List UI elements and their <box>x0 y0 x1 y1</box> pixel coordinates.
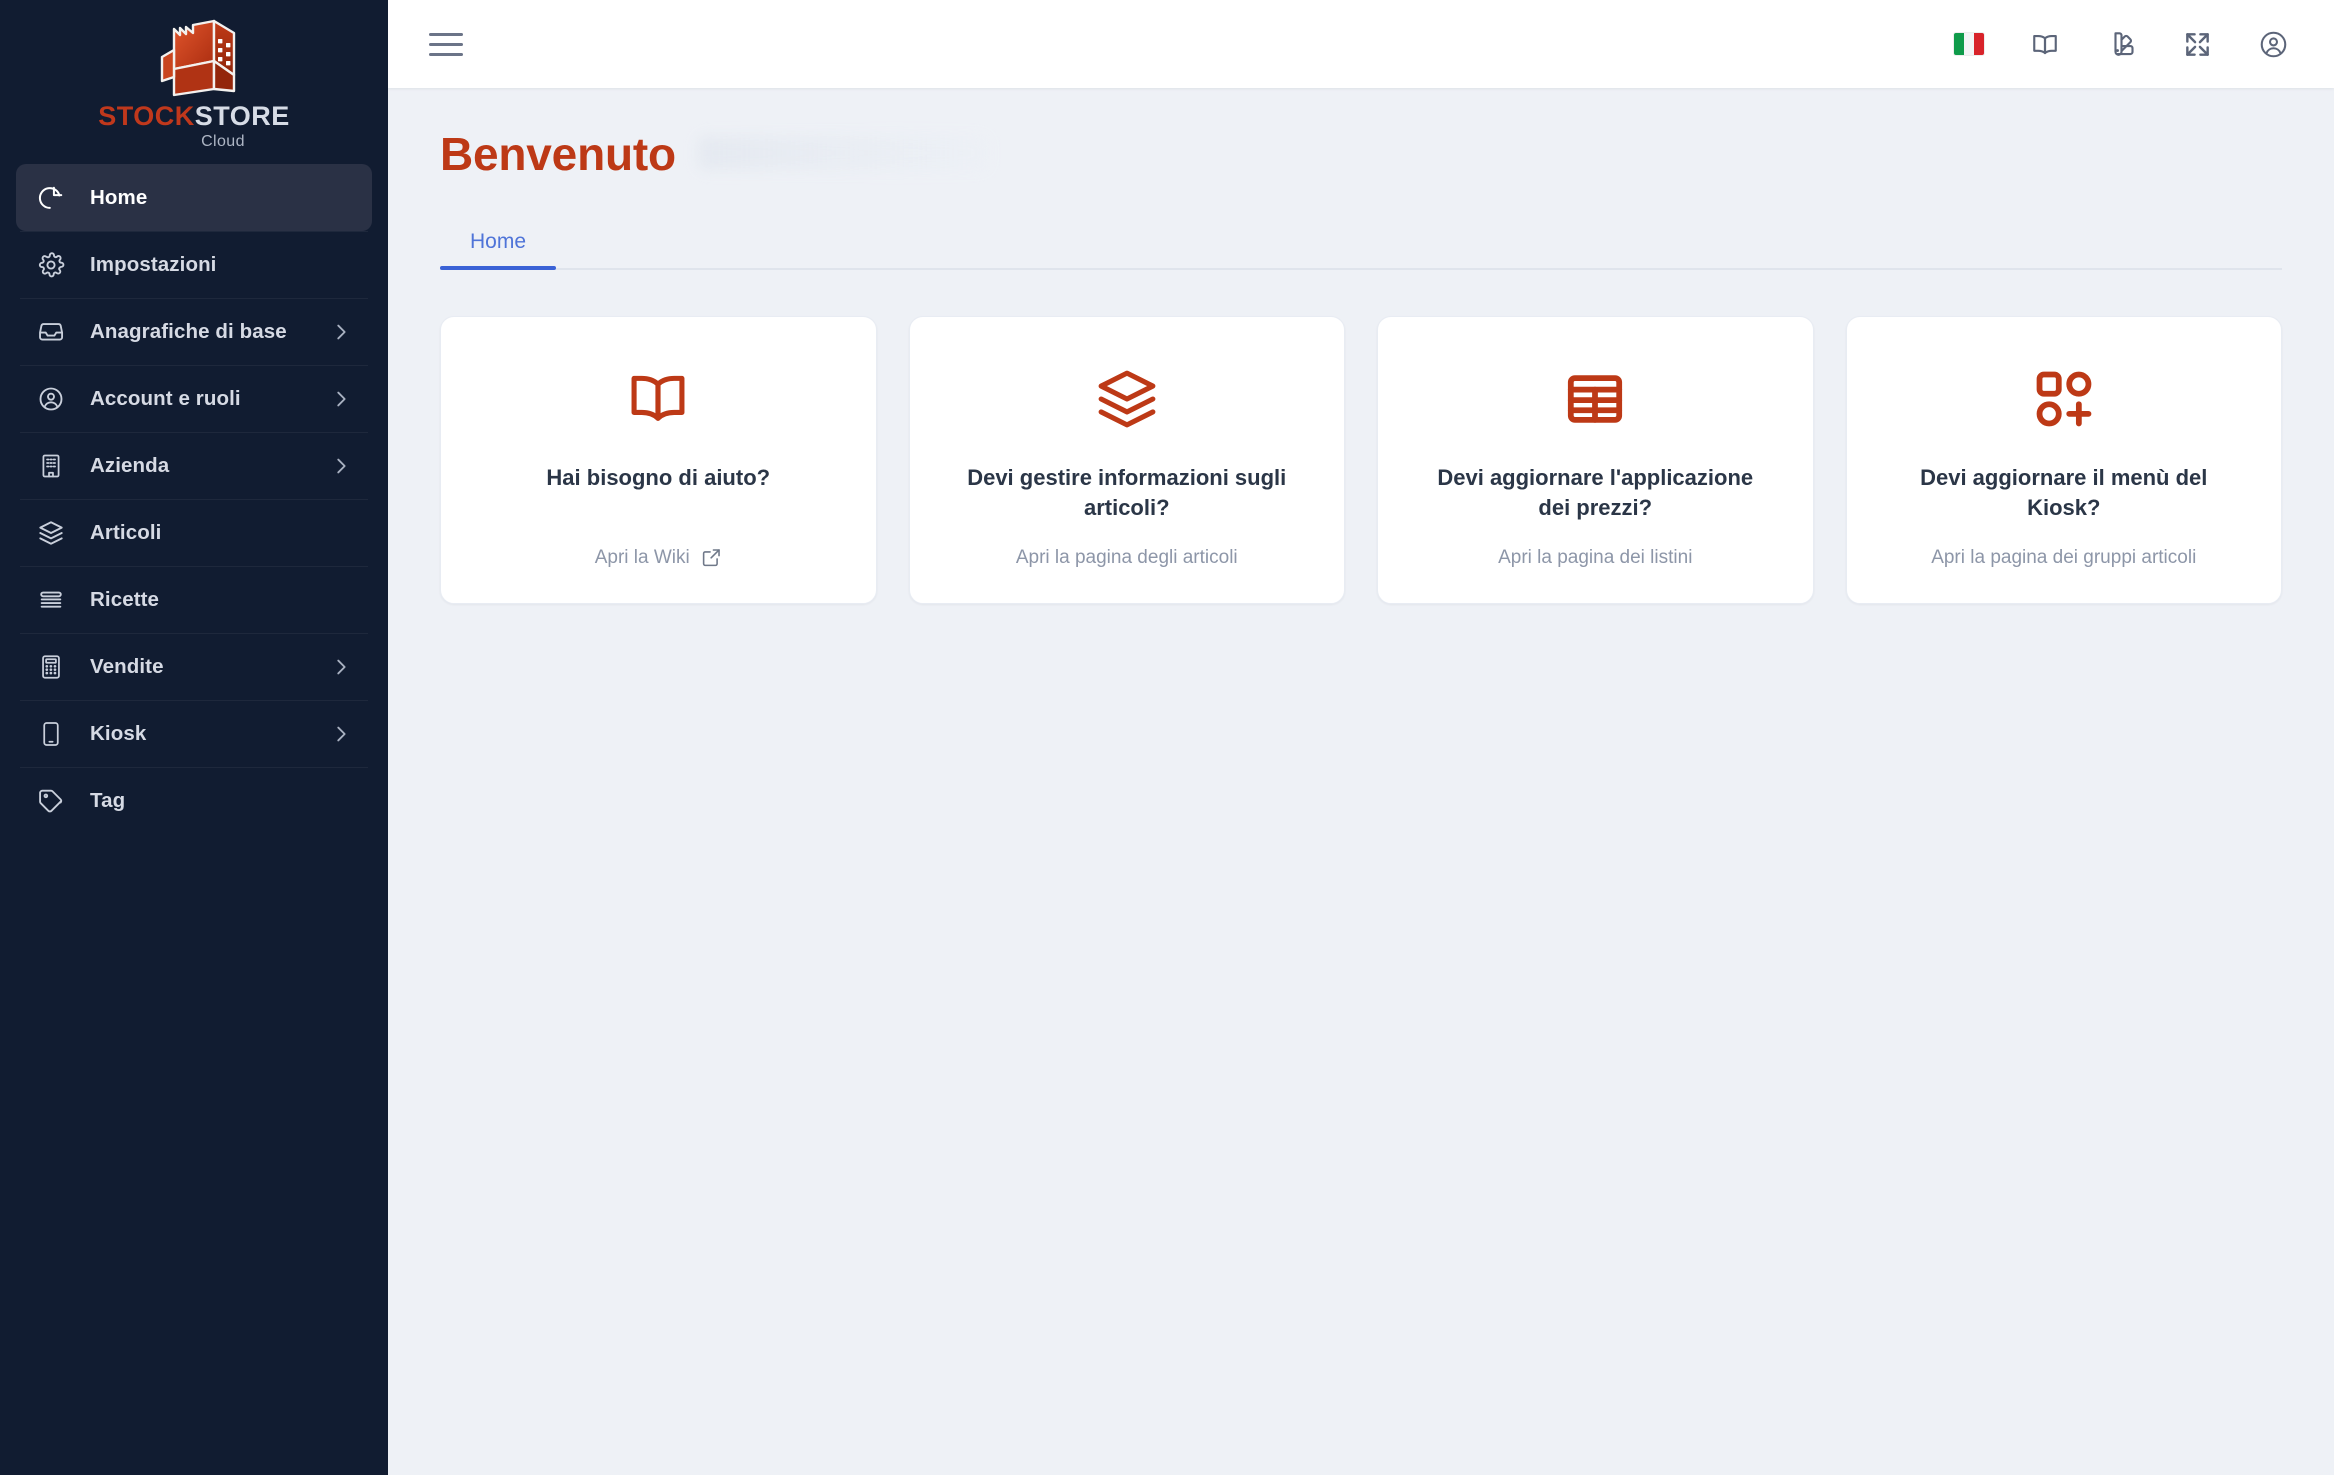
sidebar-item-label: Kiosk <box>90 721 147 745</box>
page-title-text: Benvenuto <box>440 128 676 180</box>
sidebar-item-anagrafiche-di-base[interactable]: Anagrafiche di base <box>16 298 372 365</box>
calculator-icon <box>34 650 68 684</box>
sidebar-item-label: Tag <box>90 788 126 812</box>
sidebar-item-label: Home <box>90 185 148 209</box>
sidebar-item-label: Azienda <box>90 453 170 477</box>
sidebar-item-azienda[interactable]: Azienda <box>16 432 372 499</box>
sidebar-item-label: Articoli <box>90 520 162 544</box>
sidebar-item-label: Account e ruoli <box>90 386 241 410</box>
tab-home[interactable]: Home <box>440 218 557 271</box>
theme-palette-button[interactable] <box>2100 23 2142 65</box>
grid-plus-icon <box>2031 361 2097 437</box>
sidebar-item-label: Anagrafiche di base <box>90 319 287 343</box>
page-title: Benvenuto <box>440 130 2282 178</box>
expand-icon <box>2185 32 2209 56</box>
page-content: Benvenuto Home Hai bisogno di aiuto? Apr… <box>388 88 2334 1475</box>
layers-icon <box>1094 361 1160 437</box>
sidebar-item-articoli[interactable]: Articoli <box>16 499 372 566</box>
sidebar-item-label: Impostazioni <box>90 252 217 276</box>
building-icon <box>34 449 68 483</box>
inbox-icon <box>34 315 68 349</box>
top-bar-actions <box>1948 23 2294 65</box>
chevron-right-icon <box>330 321 352 343</box>
card-title: Devi gestire informazioni sugli articoli… <box>967 465 1287 520</box>
card-link[interactable]: Apri la Wiki <box>595 523 722 569</box>
card-link-label: Apri la pagina degli articoli <box>1015 546 1238 568</box>
top-bar <box>388 0 2334 88</box>
card-title: Devi aggiornare l'applicazione dei prezz… <box>1437 465 1754 520</box>
app-root: STOCKSTORE Cloud Home Impostazioni Anagr… <box>0 0 2334 1475</box>
sidebar-item-ricette[interactable]: Ricette <box>16 566 372 633</box>
external-link-icon <box>701 547 722 568</box>
sidebar-item-impostazioni[interactable]: Impostazioni <box>16 231 372 298</box>
open-book-icon <box>625 361 691 437</box>
sidebar: STOCKSTORE Cloud Home Impostazioni Anagr… <box>0 0 388 1475</box>
pie-chart-icon <box>34 181 68 215</box>
brand-word-second: STORE <box>194 101 290 131</box>
layers-icon <box>34 516 68 550</box>
card-link-label: Apri la pagina dei gruppi articoli <box>1931 546 2197 568</box>
card-help[interactable]: Hai bisogno di aiuto? Apri la Wiki <box>440 316 877 604</box>
card-articles[interactable]: Devi gestire informazioni sugli articoli… <box>908 316 1345 604</box>
card-link-label: Apri la pagina dei listini <box>1498 546 1693 568</box>
list-lines-icon <box>34 583 68 617</box>
card-link[interactable]: Apri la pagina dei gruppi articoli <box>1931 523 2196 569</box>
card-title: Hai bisogno di aiuto? <box>546 465 771 491</box>
username-redacted <box>697 136 988 170</box>
gear-icon <box>34 248 68 282</box>
sidebar-item-vendite[interactable]: Vendite <box>16 633 372 700</box>
documentation-button[interactable] <box>2024 23 2066 65</box>
card-title: Devi aggiornare il menù del Kiosk? <box>1920 465 2208 520</box>
hamburger-icon[interactable] <box>424 22 468 66</box>
chevron-right-icon <box>330 455 352 477</box>
table-grid-icon <box>1562 361 1628 437</box>
sidebar-item-label: Vendite <box>90 654 164 678</box>
factory-icon <box>160 19 236 97</box>
card-link-label: Apri la Wiki <box>594 546 690 568</box>
tab-label: Home <box>470 230 527 254</box>
user-account-button[interactable] <box>2252 23 2294 65</box>
card-kiosk-menu[interactable]: Devi aggiornare il menù del Kiosk? Apri … <box>1845 316 2282 604</box>
book-icon <box>2033 34 2057 55</box>
tab-bar: Home <box>440 218 2282 271</box>
brand-logo[interactable]: STOCKSTORE Cloud <box>0 0 388 164</box>
card-link[interactable]: Apri la pagina degli articoli <box>1016 523 1238 569</box>
card-link[interactable]: Apri la pagina dei listini <box>1498 523 1692 569</box>
sidebar-item-label: Ricette <box>90 587 160 611</box>
chevron-right-icon <box>330 656 352 678</box>
brand-word-first: STOCK <box>98 101 195 131</box>
card-price-lists[interactable]: Devi aggiornare l'applicazione dei prezz… <box>1377 316 1814 604</box>
sidebar-item-home[interactable]: Home <box>16 164 372 231</box>
sidebar-nav: Home Impostazioni Anagrafiche di base Ac… <box>0 164 388 834</box>
shortcut-cards: Hai bisogno di aiuto? Apri la Wiki Devi … <box>440 316 2282 604</box>
brand-wordmark: STOCKSTORE <box>98 103 290 130</box>
sidebar-item-account-e-ruoli[interactable]: Account e ruoli <box>16 365 372 432</box>
italy-flag-icon <box>1954 33 1984 55</box>
chevron-right-icon <box>330 388 352 410</box>
brand-subtitle: Cloud <box>201 133 245 150</box>
user-circle-icon <box>2260 31 2286 57</box>
main-area: Benvenuto Home Hai bisogno di aiuto? Apr… <box>388 0 2334 1475</box>
tag-icon <box>34 784 68 818</box>
chevron-right-icon <box>330 723 352 745</box>
sidebar-item-tag[interactable]: Tag <box>16 767 372 834</box>
user-circle-icon <box>34 382 68 416</box>
fullscreen-button[interactable] <box>2176 23 2218 65</box>
tablet-icon <box>34 717 68 751</box>
color-palette-icon <box>2114 32 2134 56</box>
language-flag-italy-button[interactable] <box>1948 23 1990 65</box>
sidebar-item-kiosk[interactable]: Kiosk <box>16 700 372 767</box>
